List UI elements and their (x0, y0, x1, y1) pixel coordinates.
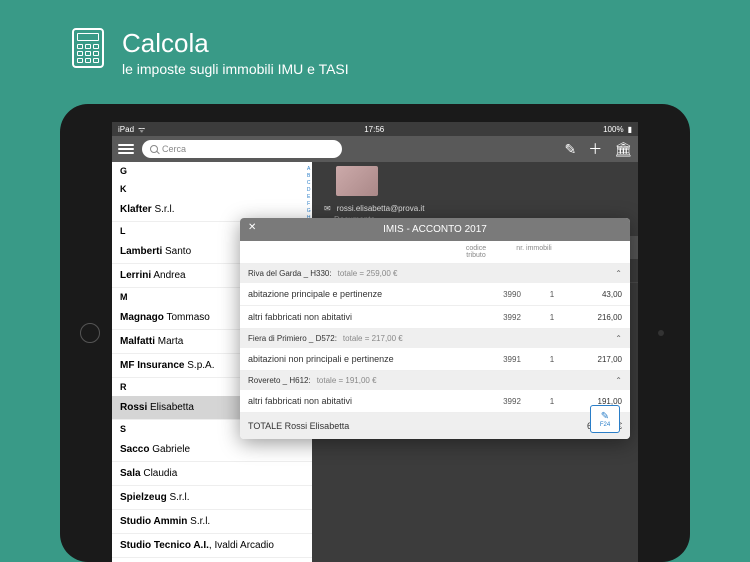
contact-row[interactable]: Sala Claudia (112, 462, 312, 486)
contact-photo (336, 166, 378, 196)
promo-title: Calcola (122, 28, 349, 59)
group-name: Fiera di Primiero _ D572: (248, 334, 337, 343)
modal-columns: codice tributo nr. immobili (240, 241, 630, 264)
row-code: 3992 (492, 313, 532, 322)
row-desc: abitazione principale e pertinenze (248, 289, 492, 299)
ipad-frame: iPadᯤ 17:56 100%▮ Cerca ✎ ＋ 🏛 ABCDEFGHIJ… (60, 104, 690, 562)
menu-button[interactable] (118, 144, 134, 154)
chevron-up-icon[interactable]: ⌃ (615, 269, 622, 278)
group-header[interactable]: Riva del Garda _ H330: totale = 259,00 € ⌃ (240, 264, 630, 283)
modal-header: ✕ IMIS - ACCONTO 2017 (240, 218, 630, 241)
promo-subtitle: le imposte sugli immobili IMU e TASI (122, 61, 349, 77)
section-letter: G (112, 162, 312, 180)
group-header[interactable]: Fiera di Primiero _ D572: totale = 217,00… (240, 329, 630, 348)
wifi-icon: ᯤ (138, 124, 145, 135)
index-letter[interactable]: D (306, 187, 311, 194)
col-code: codice tributo (456, 245, 496, 259)
f24-label: F24 (600, 422, 610, 428)
section-letter: K (112, 180, 312, 198)
edit-icon[interactable]: ✎ (564, 141, 576, 158)
group-name: Riva del Garda _ H330: (248, 269, 332, 278)
chevron-up-icon[interactable]: ⌃ (615, 334, 622, 343)
row-count: 1 (532, 355, 572, 364)
row-count: 1 (532, 290, 572, 299)
group-total: totale = 191,00 € (317, 376, 377, 385)
index-letter[interactable]: F (306, 201, 311, 208)
index-letter[interactable]: G (306, 208, 311, 215)
row-amount: 217,00 (572, 355, 622, 364)
row-code: 3990 (492, 290, 532, 299)
tax-row: altri fabbricati non abitativi39921191,0… (240, 390, 630, 413)
clock: 17:56 (364, 125, 384, 134)
camera-dot (658, 330, 664, 336)
row-desc: abitazioni non principali e pertinenze (248, 354, 492, 364)
index-letter[interactable]: A (306, 166, 311, 173)
row-amount: 43,00 (572, 290, 622, 299)
total-label: TOTALE Rossi Elisabetta (248, 421, 349, 431)
index-letter[interactable]: C (306, 180, 311, 187)
contact-row[interactable]: Sacco Gabriele (112, 438, 312, 462)
row-desc: altri fabbricati non abitativi (248, 396, 492, 406)
group-total: totale = 259,00 € (338, 269, 398, 278)
row-amount: 216,00 (572, 313, 622, 322)
group-name: Rovereto _ H612: (248, 376, 311, 385)
group-total: totale = 217,00 € (343, 334, 403, 343)
contact-row[interactable]: Spielzeug S.r.l. (112, 486, 312, 510)
search-icon (150, 145, 158, 153)
pencil-icon: ✎ (601, 411, 609, 422)
home-button[interactable] (80, 323, 100, 343)
bank-icon[interactable]: 🏛 (614, 141, 632, 158)
tax-row: abitazioni non principali e pertinenze39… (240, 348, 630, 371)
battery-icon: ▮ (628, 125, 632, 134)
index-letter[interactable]: B (306, 173, 311, 180)
carrier-label: iPad (118, 125, 134, 134)
search-input[interactable]: Cerca (142, 140, 342, 158)
close-icon[interactable]: ✕ (248, 222, 256, 233)
battery-label: 100% (603, 125, 623, 134)
index-letter[interactable]: E (306, 194, 311, 201)
calculator-icon (72, 28, 104, 68)
search-placeholder: Cerca (162, 144, 186, 154)
row-desc: altri fabbricati non abitativi (248, 312, 492, 322)
modal-title: IMIS - ACCONTO 2017 (383, 224, 487, 235)
email-value[interactable]: rossi.elisabetta@prova.it (337, 204, 425, 213)
toolbar: Cerca ✎ ＋ 🏛 (112, 136, 638, 162)
row-code: 3991 (492, 355, 532, 364)
tax-modal: ✕ IMIS - ACCONTO 2017 codice tributo nr.… (240, 218, 630, 439)
mail-icon: ✉ (324, 204, 331, 213)
status-bar: iPad ᯤ 17:56 100% ▮ (112, 122, 638, 136)
f24-button[interactable]: ✎ F24 (590, 405, 620, 433)
row-count: 1 (532, 397, 572, 406)
col-count: nr. immobili (514, 245, 554, 259)
tax-row: altri fabbricati non abitativi39921216,0… (240, 306, 630, 329)
add-icon[interactable]: ＋ (588, 139, 602, 159)
tax-row: abitazione principale e pertinenze399014… (240, 283, 630, 306)
contact-row[interactable]: Studio Tecnico A.I., Ivaldi Arcadio (112, 534, 312, 558)
contact-row[interactable]: Studio Ammin S.r.l. (112, 510, 312, 534)
group-header[interactable]: Rovereto _ H612: totale = 191,00 € ⌃ (240, 371, 630, 390)
row-code: 3992 (492, 397, 532, 406)
modal-total-row: TOTALE Rossi Elisabetta 667,00 € (240, 413, 630, 439)
chevron-up-icon[interactable]: ⌃ (615, 376, 622, 385)
row-count: 1 (532, 313, 572, 322)
